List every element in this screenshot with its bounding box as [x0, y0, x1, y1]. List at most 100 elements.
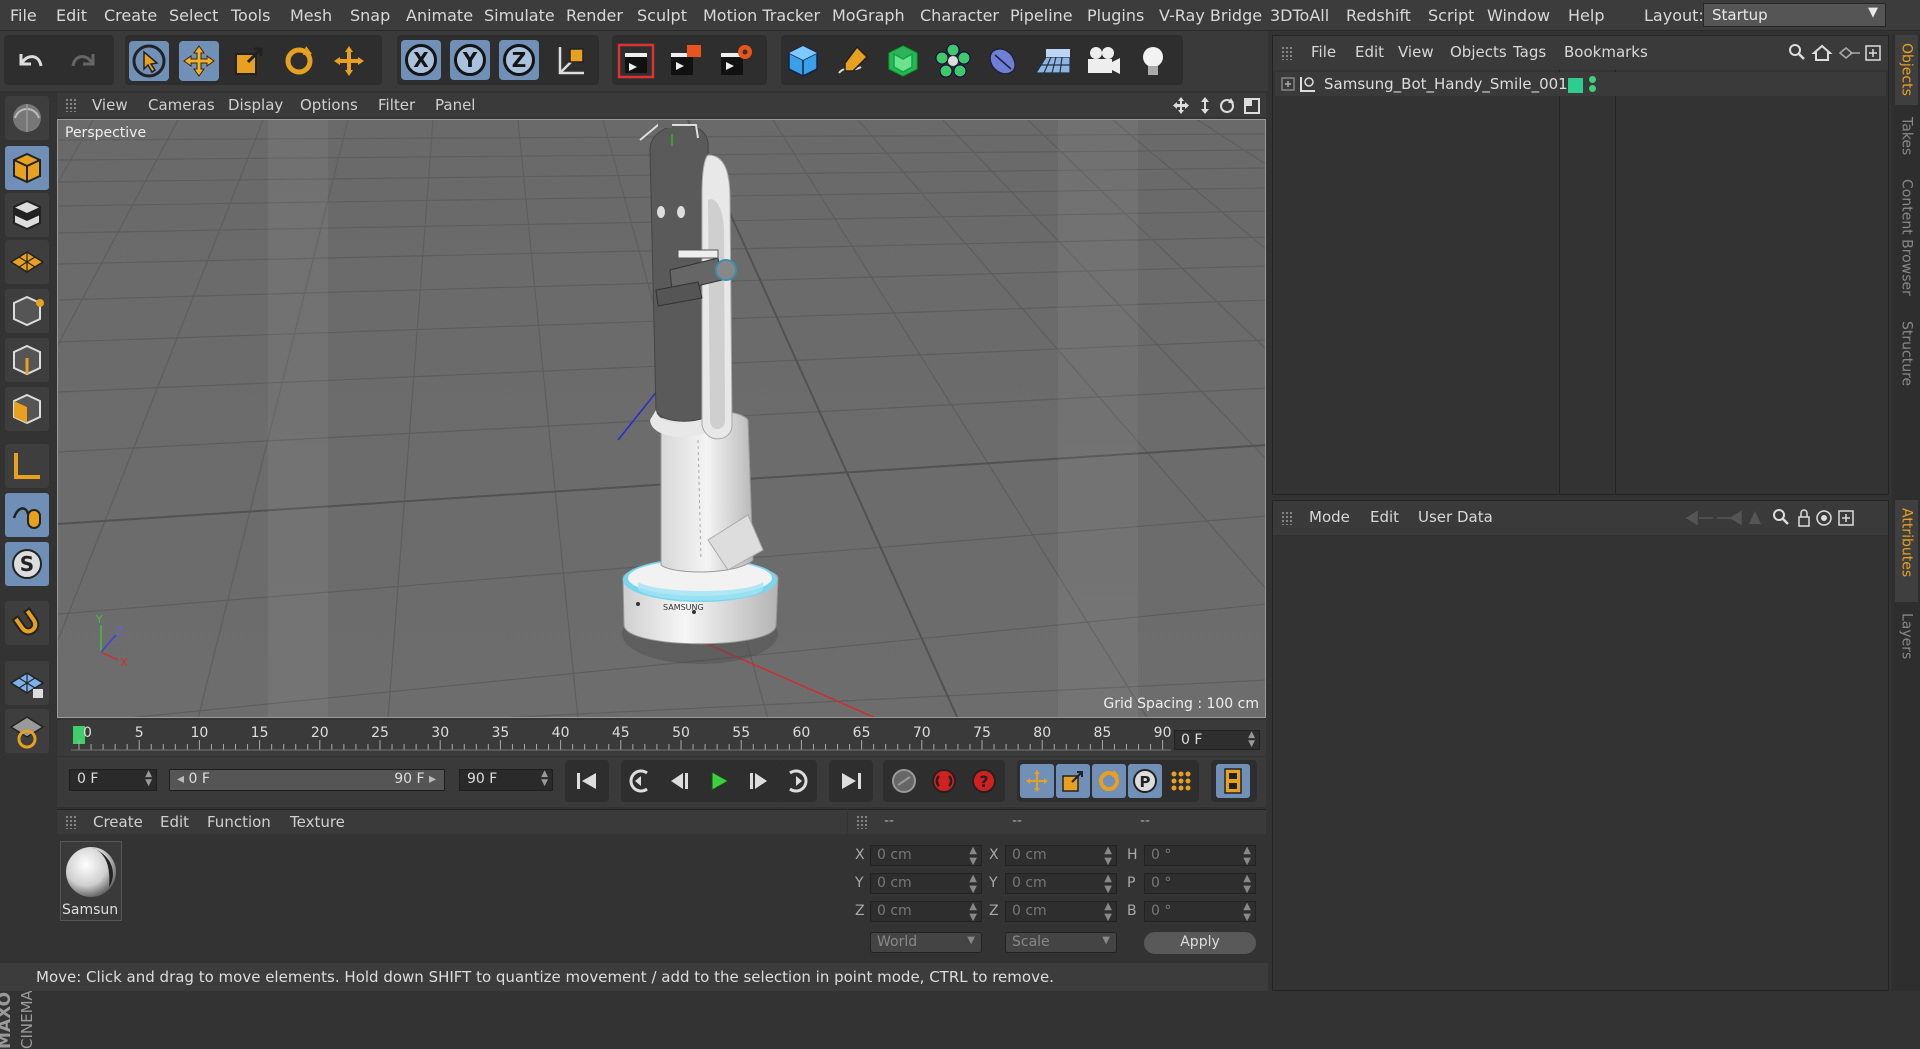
expand-icon[interactable]: [1281, 77, 1295, 91]
tab-content-browser[interactable]: Content Browser: [1895, 171, 1918, 311]
pos-x-field[interactable]: 0 cm ▲ ▼: [870, 845, 982, 867]
scale-icon[interactable]: [229, 41, 269, 81]
z-axis-lock-button[interactable]: Z: [499, 40, 539, 80]
workplane-mode-icon[interactable]: [5, 240, 49, 284]
viewport-menu-view[interactable]: View: [92, 96, 128, 114]
menu-animate[interactable]: Animate: [406, 6, 473, 25]
size-mode-dropdown[interactable]: Scale ▼: [1005, 932, 1117, 953]
spinner-arrows-icon[interactable]: ▲ ▼: [1104, 845, 1112, 867]
render-view-icon[interactable]: [616, 41, 656, 81]
material-menu-function[interactable]: Function: [207, 813, 271, 831]
planar-workplane-icon[interactable]: [5, 709, 49, 753]
spinner-arrows-icon[interactable]: ▲ ▼: [145, 770, 152, 788]
subdivision-icon[interactable]: [883, 41, 923, 81]
menu-plugins[interactable]: Plugins: [1087, 6, 1144, 25]
drag-handle-icon[interactable]: [856, 815, 868, 829]
drag-handle-icon[interactable]: [1281, 46, 1293, 60]
rot-b-field[interactable]: 0 ° ▲ ▼: [1144, 901, 1256, 923]
tab-objects[interactable]: Objects: [1895, 35, 1918, 105]
editor-visibility-dot[interactable]: [1589, 76, 1596, 83]
viewport-menu-filter[interactable]: Filter: [378, 96, 415, 114]
object-manager-header-icons[interactable]: [1788, 43, 1884, 63]
cube-icon[interactable]: [783, 41, 823, 81]
menu-render[interactable]: Render: [566, 6, 623, 25]
key-scale-icon[interactable]: [1056, 764, 1090, 798]
magnet-icon[interactable]: [5, 601, 49, 645]
size-y-field[interactable]: 0 cm ▲ ▼: [1005, 873, 1117, 895]
snap-icon[interactable]: S: [5, 542, 49, 586]
spinner-arrows-icon[interactable]: ▲ ▼: [541, 770, 548, 788]
menu-pipeline[interactable]: Pipeline: [1010, 6, 1073, 25]
model-mode-icon[interactable]: [5, 146, 49, 190]
film-strip-icon[interactable]: [1216, 764, 1250, 798]
menu-file[interactable]: File: [10, 6, 37, 25]
menu-motion-tracker[interactable]: Motion Tracker: [703, 6, 820, 25]
layer-color-swatch[interactable]: [1568, 78, 1583, 93]
spinner-arrows-icon[interactable]: ▲ ▼: [1248, 731, 1255, 749]
tab-takes[interactable]: Takes: [1895, 109, 1918, 169]
key-parameter-icon[interactable]: P: [1128, 764, 1162, 798]
objects-menu-file[interactable]: File: [1311, 43, 1336, 61]
size-x-field[interactable]: 0 cm ▲ ▼: [1005, 845, 1117, 867]
timeline[interactable]: 0 5 10 15 20 25 30 35 40 45 50 55 60 65 70 75 80 85 90 0 F…: [57, 720, 1266, 756]
objects-menu-bookmarks[interactable]: Bookmarks: [1564, 43, 1648, 61]
coordinate-space-dropdown[interactable]: World ▼: [870, 932, 982, 953]
viewport-menu-panel[interactable]: Panel: [435, 96, 475, 114]
spinner-arrows-icon[interactable]: ▲ ▼: [969, 873, 977, 895]
menu-window[interactable]: Window: [1487, 6, 1550, 25]
drag-handle-icon[interactable]: [1281, 511, 1293, 525]
rot-h-field[interactable]: 0 ° ▲ ▼: [1144, 845, 1256, 867]
menu-snap[interactable]: Snap: [350, 6, 390, 25]
spinner-arrows-icon[interactable]: ▲ ▼: [1243, 901, 1251, 923]
start-frame-field[interactable]: 0 F ▲ ▼: [69, 769, 157, 791]
undo-icon[interactable]: [10, 41, 50, 81]
drag-handle-icon[interactable]: [65, 815, 77, 829]
render-visibility-dot[interactable]: [1589, 85, 1596, 92]
tab-structure[interactable]: Structure: [1895, 313, 1918, 403]
floor-icon[interactable]: [1033, 41, 1073, 81]
material-menu-texture[interactable]: Texture: [290, 813, 345, 831]
spinner-arrows-icon[interactable]: ▲ ▼: [1243, 845, 1251, 867]
menu-mograph[interactable]: MoGraph: [832, 6, 905, 25]
render-settings-icon[interactable]: [716, 41, 756, 81]
menu-simulate[interactable]: Simulate: [484, 6, 555, 25]
y-axis-lock-button[interactable]: Y: [450, 40, 490, 80]
key-rotation-icon[interactable]: [1092, 764, 1126, 798]
frame-range-slider[interactable]: ◂ 0 F 90 F ▸: [169, 769, 445, 791]
next-keyframe-icon[interactable]: [779, 764, 813, 798]
edges-mode-icon[interactable]: [5, 338, 49, 382]
goto-end-icon[interactable]: [834, 764, 868, 798]
points-mode-icon[interactable]: [5, 289, 49, 333]
redo-icon[interactable]: [64, 41, 104, 81]
keyframe-selection-icon[interactable]: ?: [967, 764, 1001, 798]
material-menu-create[interactable]: Create: [93, 813, 143, 831]
attribute-manager-header-icons[interactable]: [1683, 508, 1883, 528]
drag-handle-icon[interactable]: [65, 98, 77, 112]
object-name[interactable]: Samsung_Bot_Handy_Smile_001: [1324, 75, 1568, 93]
menu-edit[interactable]: Edit: [56, 6, 87, 25]
pen-spline-icon[interactable]: [833, 41, 873, 81]
viewport-menu-display[interactable]: Display: [228, 96, 283, 114]
pos-z-field[interactable]: 0 cm ▲ ▼: [870, 901, 982, 923]
spinner-arrows-icon[interactable]: ▲ ▼: [1243, 873, 1251, 895]
spinner-arrows-icon[interactable]: ▲ ▼: [969, 901, 977, 923]
menu-tools[interactable]: Tools: [231, 6, 270, 25]
objects-menu-objects[interactable]: Objects: [1450, 43, 1507, 61]
attributes-menu-mode[interactable]: Mode: [1309, 508, 1350, 526]
spinner-arrows-icon[interactable]: ▲ ▼: [1104, 901, 1112, 923]
rotate-icon[interactable]: [279, 41, 319, 81]
objects-menu-edit[interactable]: Edit: [1355, 43, 1384, 61]
menu-mesh[interactable]: Mesh: [290, 6, 332, 25]
menu-create[interactable]: Create: [104, 6, 157, 25]
apply-button[interactable]: Apply: [1144, 932, 1256, 954]
object-row[interactable]: Samsung_Bot_Handy_Smile_001: [1275, 72, 1886, 96]
viewport-menu-cameras[interactable]: Cameras: [148, 96, 215, 114]
menu-vray-bridge[interactable]: V-Ray Bridge: [1159, 6, 1262, 25]
deformer-icon[interactable]: [983, 41, 1023, 81]
attributes-menu-edit[interactable]: Edit: [1370, 508, 1399, 526]
tab-attributes[interactable]: Attributes: [1895, 500, 1918, 602]
menu-3dtoall[interactable]: 3DToAll: [1270, 6, 1329, 25]
pos-y-field[interactable]: 0 cm ▲ ▼: [870, 873, 982, 895]
menu-redshift[interactable]: Redshift: [1346, 6, 1411, 25]
menu-help[interactable]: Help: [1568, 6, 1604, 25]
